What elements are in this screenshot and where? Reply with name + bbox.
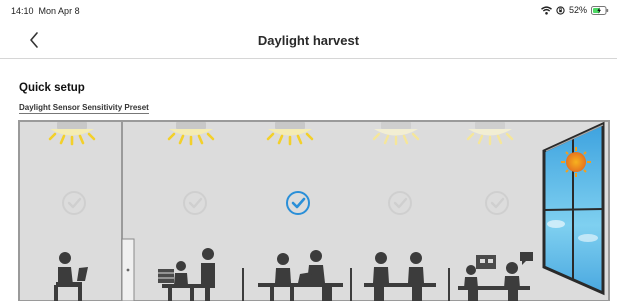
section-title: Quick setup [19,82,85,94]
battery-charging-icon [591,5,609,15]
wifi-icon [541,5,552,15]
preset-label[interactable]: Daylight Sensor Sensitivity Preset [19,103,149,114]
status-icons: 52% [541,5,609,15]
status-time: 14:10 [11,6,34,16]
status-bar: 14:10 Mon Apr 8 52% [0,0,617,18]
status-time-date: 14:10 Mon Apr 8 [11,6,80,16]
window-sun-icon [542,121,605,296]
battery-percent: 52% [568,5,587,15]
screen-lock-icon [556,5,565,15]
daylight-room-illustration [18,120,610,301]
status-date: Mon Apr 8 [38,6,80,16]
navigation-bar: Daylight harvest [0,24,617,59]
page-title: Daylight harvest [257,33,360,48]
door-icon [121,238,135,301]
